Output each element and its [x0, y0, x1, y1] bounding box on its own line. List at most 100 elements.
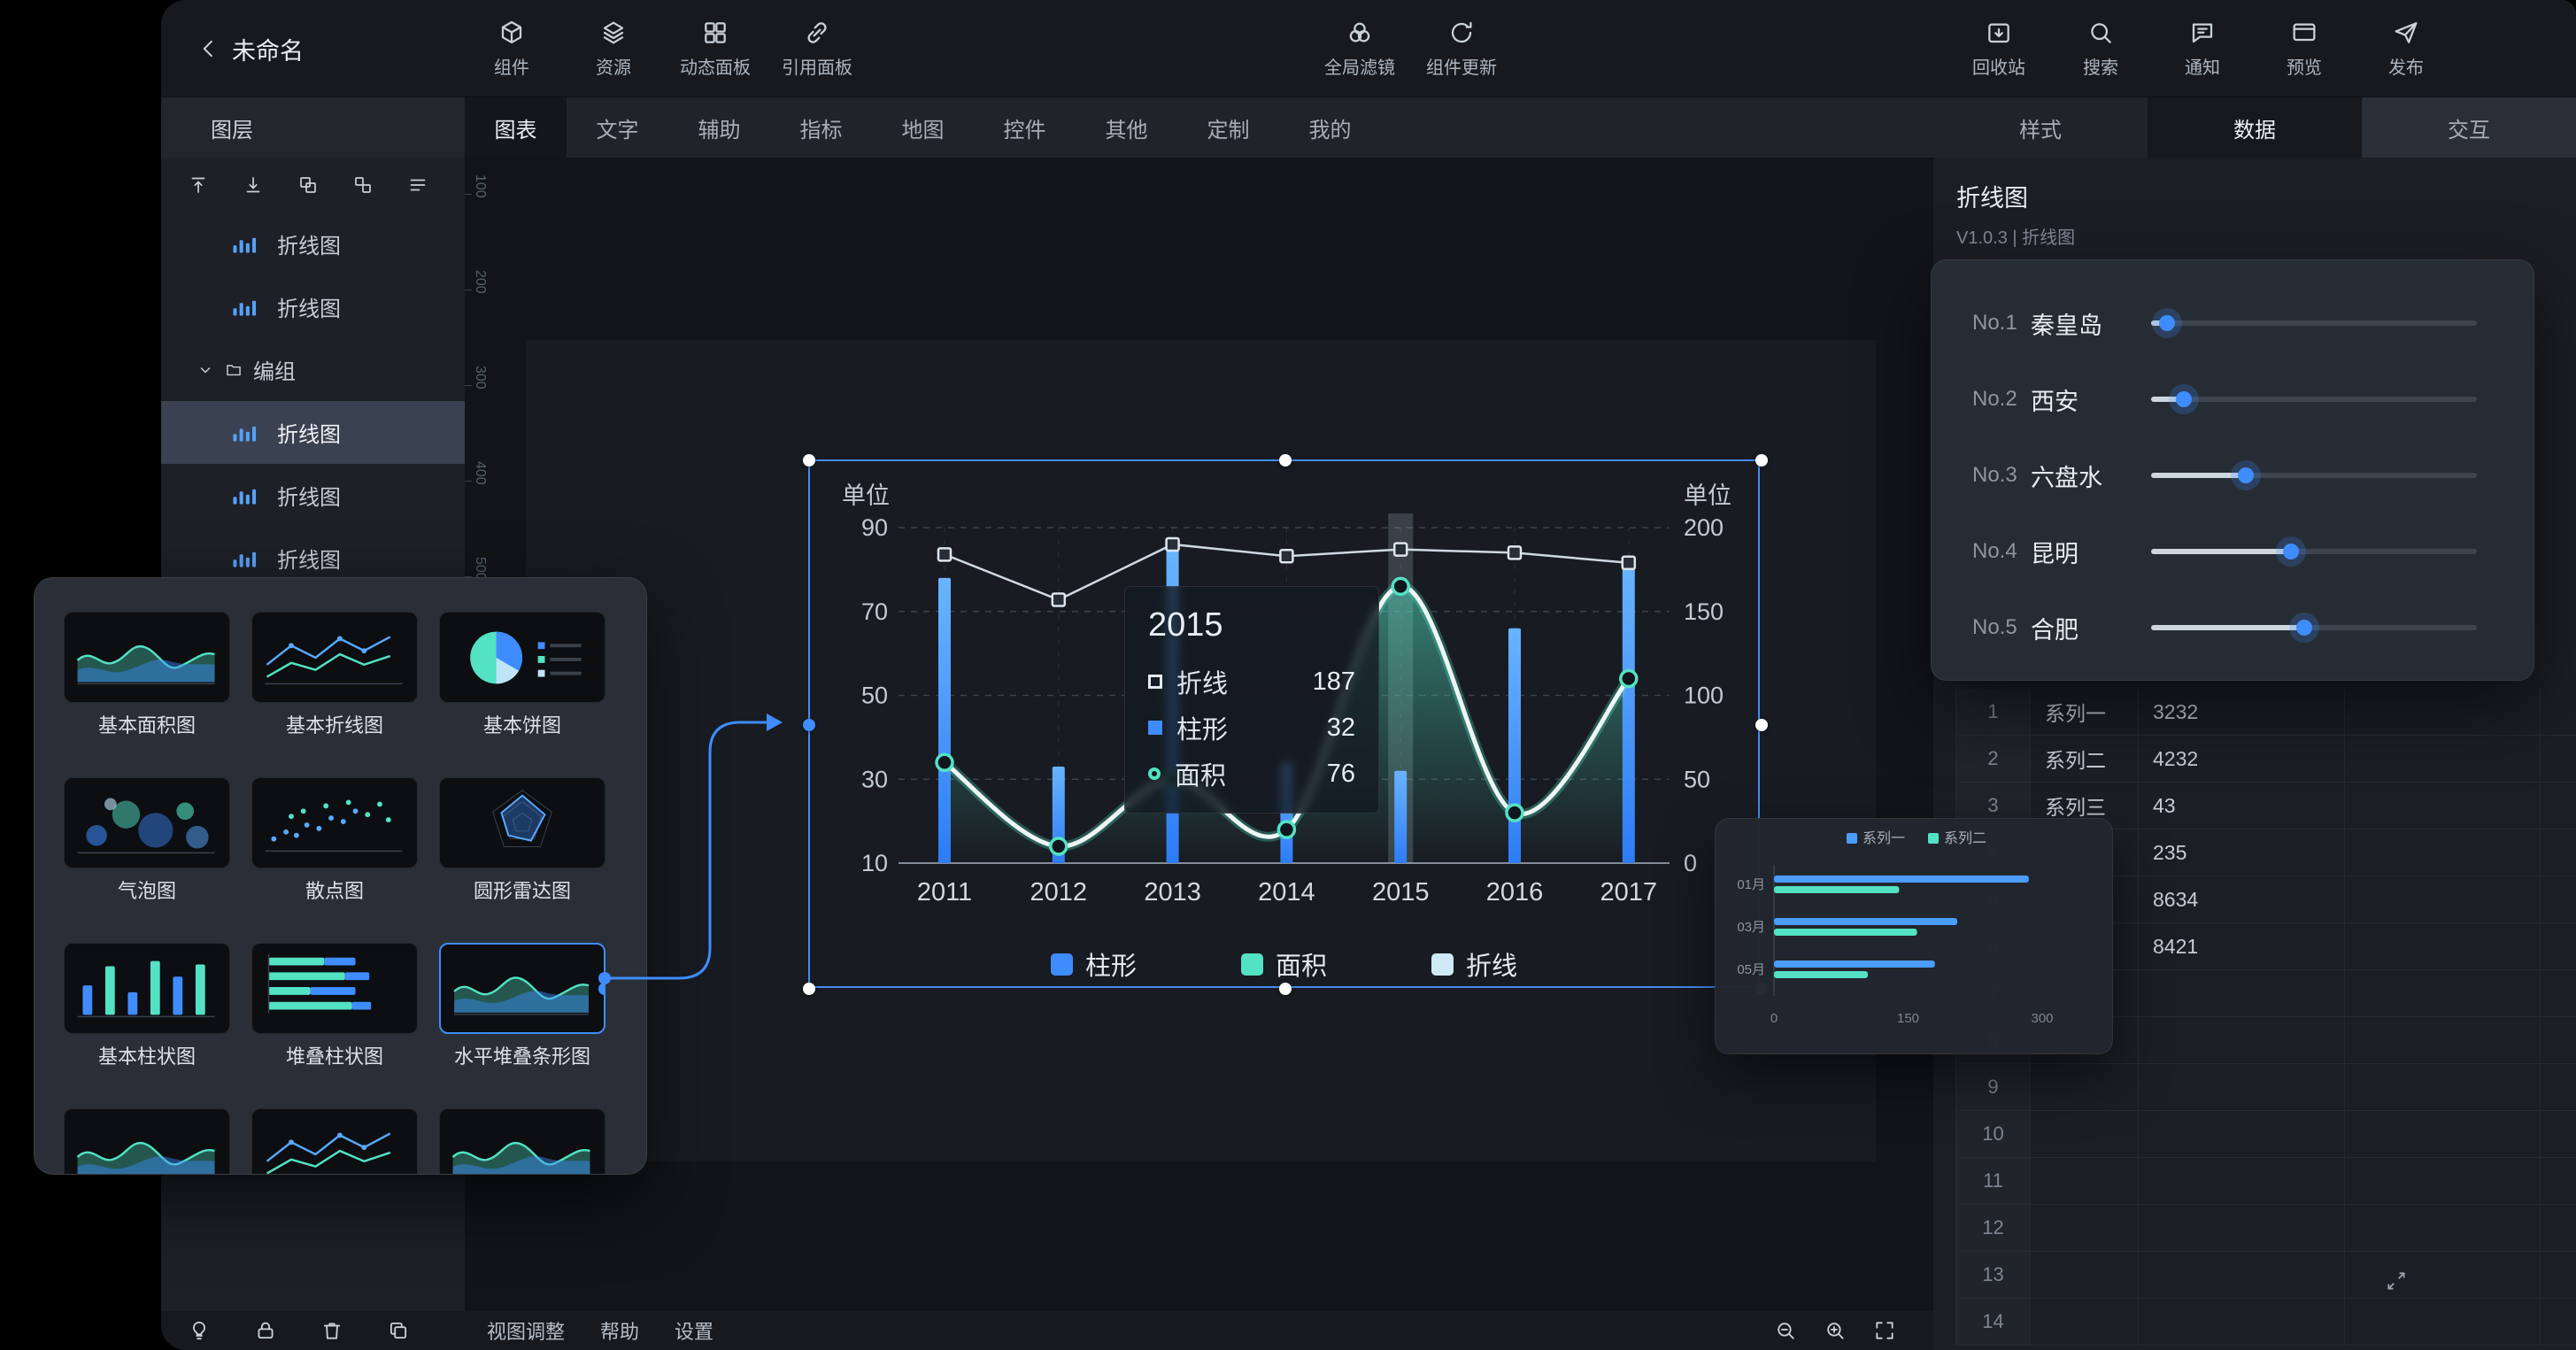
inspector-tab[interactable]: 样式 — [1933, 97, 2148, 158]
toolbar-button-notification[interactable]: 通知 — [2153, 0, 2252, 97]
slider-thumb[interactable] — [2296, 620, 2312, 636]
category-tab[interactable]: 图表 — [465, 97, 567, 158]
value-cell[interactable] — [2139, 1017, 2345, 1063]
category-tab[interactable]: 控件 — [974, 97, 1076, 158]
gallery-item[interactable]: 堆叠柱状图 — [251, 943, 418, 1069]
toolbar-button-global-filter[interactable]: 全局滤镜 — [1310, 0, 1409, 97]
empty-cell[interactable] — [2541, 736, 2576, 782]
selection-handle[interactable] — [1279, 983, 1292, 995]
value-cell[interactable]: 4232 — [2139, 736, 2345, 782]
layer-item[interactable]: 折线图 — [161, 464, 465, 527]
empty-cell[interactable] — [2541, 923, 2576, 969]
empty-cell[interactable] — [2541, 1017, 2576, 1063]
empty-cell[interactable] — [2541, 1205, 2576, 1251]
trash-icon[interactable] — [320, 1319, 343, 1342]
selected-chart-component[interactable]: 9070503010200150100500单位单位20112012201320… — [808, 459, 1760, 988]
to-back-icon[interactable] — [243, 174, 264, 196]
layer-item[interactable]: 折线图 — [161, 275, 465, 338]
value-cell[interactable]: 235 — [2139, 829, 2345, 876]
value-cell[interactable] — [2139, 1064, 2345, 1110]
list-icon[interactable] — [407, 174, 428, 196]
empty-cell[interactable] — [2345, 876, 2541, 922]
empty-cell[interactable] — [2345, 1111, 2541, 1157]
value-cell[interactable] — [2139, 1111, 2345, 1157]
ungroup-sq-icon[interactable] — [352, 174, 374, 196]
empty-cell[interactable] — [2541, 1299, 2576, 1345]
empty-cell[interactable] — [2541, 829, 2576, 876]
selection-handle[interactable] — [803, 983, 815, 995]
empty-cell[interactable] — [2345, 1299, 2541, 1345]
empty-cell[interactable] — [2345, 970, 2541, 1016]
gallery-item[interactable] — [439, 1108, 605, 1175]
slider-thumb[interactable] — [2176, 391, 2192, 407]
empty-cell[interactable] — [2345, 1252, 2541, 1298]
slider-track[interactable] — [2151, 320, 2477, 326]
gallery-item[interactable] — [64, 1108, 230, 1175]
gallery-item[interactable]: 基本面积图 — [64, 612, 230, 738]
gallery-item[interactable]: 基本饼图 — [439, 612, 605, 738]
canvas[interactable]: 1002003004005006007008009001000 90705030… — [465, 158, 1933, 1311]
selection-handle[interactable] — [803, 454, 815, 467]
value-cell[interactable]: 8421 — [2139, 923, 2345, 969]
slider-track[interactable] — [2151, 397, 2477, 402]
series-name-cell[interactable] — [2031, 1064, 2139, 1110]
selection-handle[interactable] — [1755, 719, 1768, 731]
gallery-item[interactable]: 散点图 — [251, 777, 418, 904]
toolbar-button-preview[interactable]: 预览 — [2255, 0, 2354, 97]
legend-item[interactable]: 折线 — [1431, 945, 1517, 983]
layer-item[interactable]: 折线图 — [161, 401, 465, 464]
empty-cell[interactable] — [2345, 923, 2541, 969]
category-tab[interactable]: 定制 — [1177, 97, 1279, 158]
slider-thumb[interactable] — [2283, 544, 2299, 559]
value-cell[interactable] — [2139, 1252, 2345, 1298]
expand-table-icon[interactable] — [2385, 1269, 2408, 1292]
empty-cell[interactable] — [2345, 1205, 2541, 1251]
series-name-cell[interactable] — [2031, 1205, 2139, 1251]
selection-handle[interactable] — [803, 719, 815, 731]
inspector-tab[interactable]: 交互 — [2362, 97, 2576, 158]
value-cell[interactable]: 8634 — [2139, 876, 2345, 922]
copy-icon[interactable] — [387, 1319, 410, 1342]
category-tab[interactable]: 指标 — [770, 97, 872, 158]
empty-cell[interactable] — [2541, 783, 2576, 829]
bulb-icon[interactable] — [188, 1319, 211, 1342]
empty-cell[interactable] — [2345, 736, 2541, 782]
zoom-out-icon[interactable] — [1774, 1319, 1797, 1342]
inspector-tab[interactable]: 数据 — [2148, 97, 2362, 158]
toolbar-button-resource[interactable]: 资源 — [564, 0, 663, 97]
toolbar-button-component-update[interactable]: 组件更新 — [1412, 0, 1511, 97]
empty-cell[interactable] — [2345, 689, 2541, 735]
toolbar-button-ref-panel[interactable]: 引用面板 — [767, 0, 867, 97]
slider-track[interactable] — [2151, 625, 2477, 630]
back-button[interactable]: 未命名 — [197, 0, 304, 97]
series-name-cell[interactable] — [2031, 1252, 2139, 1298]
toolbar-button-recycle[interactable]: 回收站 — [1949, 0, 2048, 97]
empty-cell[interactable] — [2541, 689, 2576, 735]
empty-cell[interactable] — [2345, 829, 2541, 876]
value-cell[interactable] — [2139, 1205, 2345, 1251]
legend-item[interactable]: 面积 — [1241, 945, 1327, 983]
slider-track[interactable] — [2151, 549, 2477, 554]
toolbar-button-dynamic-panel[interactable]: 动态面板 — [666, 0, 765, 97]
zoom-in-icon[interactable] — [1824, 1319, 1847, 1342]
gallery-item[interactable] — [251, 1108, 418, 1175]
empty-cell[interactable] — [2541, 970, 2576, 1016]
toolbar-button-search[interactable]: 搜索 — [2051, 0, 2150, 97]
value-cell[interactable]: 3232 — [2139, 689, 2345, 735]
slider-track[interactable] — [2151, 473, 2477, 478]
series-name-cell[interactable] — [2031, 1158, 2139, 1204]
fit-icon[interactable] — [1873, 1319, 1896, 1342]
category-tab[interactable]: 地图 — [872, 97, 974, 158]
value-cell[interactable]: 43 — [2139, 783, 2345, 829]
category-tab[interactable]: 辅助 — [668, 97, 770, 158]
empty-cell[interactable] — [2541, 1111, 2576, 1157]
gallery-item[interactable]: 气泡图 — [64, 777, 230, 904]
category-tab[interactable]: 我的 — [1279, 97, 1381, 158]
gallery-item[interactable]: 基本柱状图 — [64, 943, 230, 1069]
series-name-cell[interactable]: 系列二 — [2031, 736, 2139, 782]
series-name-cell[interactable]: 系列一 — [2031, 689, 2139, 735]
empty-cell[interactable] — [2345, 1017, 2541, 1063]
value-cell[interactable] — [2139, 1299, 2345, 1345]
layer-group-item[interactable]: 编组 — [161, 338, 465, 401]
toolbar-button-publish[interactable]: 发布 — [2356, 0, 2456, 97]
